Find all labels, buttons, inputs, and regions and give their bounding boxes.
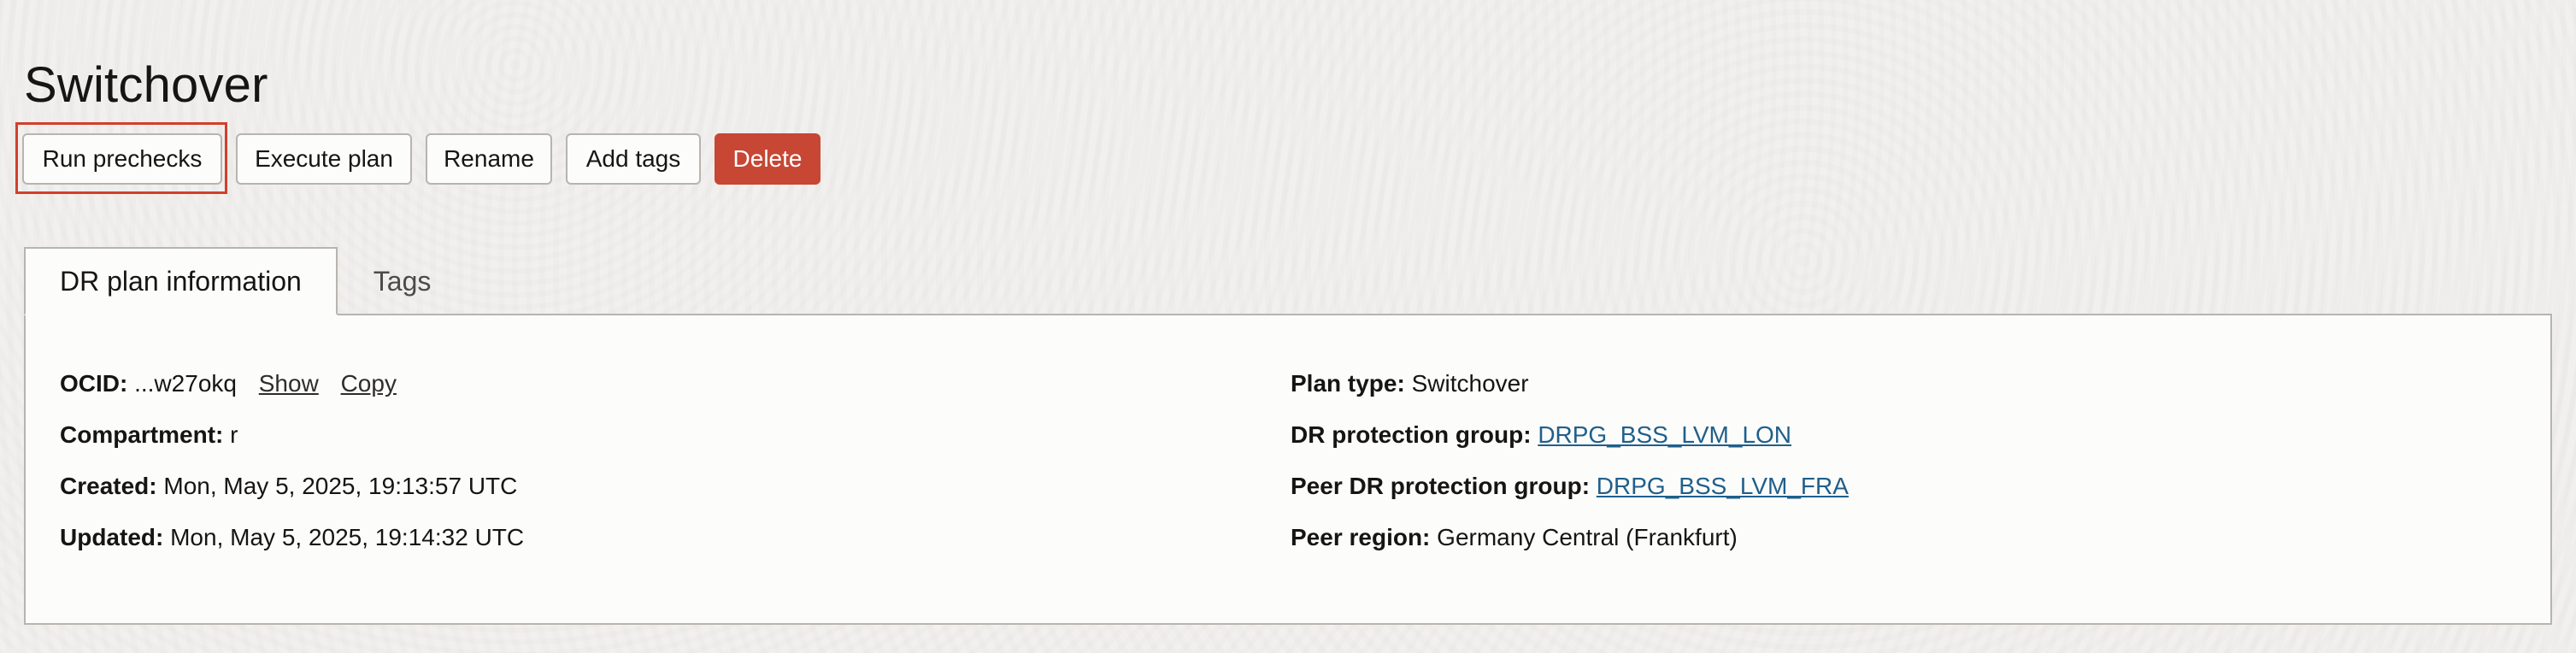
plan-type-row: Plan type: Switchover (1291, 358, 1849, 409)
execute-plan-button[interactable]: Execute plan (236, 133, 412, 185)
updated-row: Updated: Mon, May 5, 2025, 19:14:32 UTC (60, 512, 524, 563)
compartment-label: Compartment: (60, 421, 224, 448)
dr-protection-group-label: DR protection group: (1291, 421, 1532, 448)
info-left-column: OCID: ...w27okq Show Copy Compartment: r… (60, 358, 524, 563)
plan-type-label: Plan type: (1291, 370, 1405, 397)
show-ocid-link[interactable]: Show (259, 370, 319, 397)
tab-dr-plan-information[interactable]: DR plan information (24, 247, 338, 315)
ocid-value: ...w27okq (134, 370, 237, 397)
peer-region-label: Peer region: (1291, 524, 1431, 550)
copy-ocid-link[interactable]: Copy (341, 370, 397, 397)
dr-protection-group-row: DR protection group: DRPG_BSS_LVM_LON (1291, 409, 1849, 461)
dr-plan-info-panel: OCID: ...w27okq Show Copy Compartment: r… (24, 314, 2552, 625)
plan-type-value: Switchover (1411, 370, 1529, 397)
peer-dr-protection-group-label: Peer DR protection group: (1291, 473, 1591, 499)
rename-button[interactable]: Rename (426, 133, 552, 185)
compartment-value: r (230, 421, 238, 448)
ocid-row: OCID: ...w27okq Show Copy (60, 358, 524, 409)
dr-protection-group-link[interactable]: DRPG_BSS_LVM_LON (1538, 421, 1791, 448)
created-label: Created: (60, 473, 157, 499)
updated-value: Mon, May 5, 2025, 19:14:32 UTC (170, 524, 525, 550)
tab-tags[interactable]: Tags (338, 247, 468, 315)
ocid-label: OCID: (60, 370, 128, 397)
updated-label: Updated: (60, 524, 164, 550)
peer-dr-protection-group-link[interactable]: DRPG_BSS_LVM_FRA (1597, 473, 1849, 499)
run-prechecks-button[interactable]: Run prechecks (22, 133, 222, 185)
created-row: Created: Mon, May 5, 2025, 19:13:57 UTC (60, 461, 524, 512)
action-toolbar: Run prechecks Execute plan Rename Add ta… (15, 122, 820, 196)
delete-button[interactable]: Delete (715, 133, 820, 185)
tab-bar: DR plan information Tags (24, 247, 467, 315)
info-right-column: Plan type: Switchover DR protection grou… (1291, 358, 1849, 563)
compartment-row: Compartment: r (60, 409, 524, 461)
peer-region-value: Germany Central (Frankfurt) (1437, 524, 1738, 550)
add-tags-button[interactable]: Add tags (566, 133, 701, 185)
peer-region-row: Peer region: Germany Central (Frankfurt) (1291, 512, 1849, 563)
created-value: Mon, May 5, 2025, 19:13:57 UTC (163, 473, 518, 499)
peer-dr-protection-group-row: Peer DR protection group: DRPG_BSS_LVM_F… (1291, 461, 1849, 512)
page-title: Switchover (24, 56, 268, 113)
